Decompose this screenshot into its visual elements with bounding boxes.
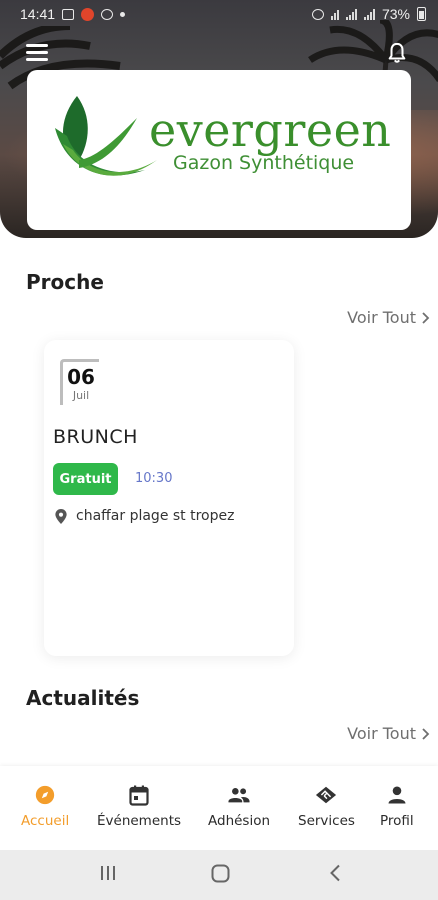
see-all-nearby-link[interactable]: Voir Tout bbox=[347, 308, 430, 327]
status-time: 14:41 bbox=[20, 6, 56, 22]
compass-icon bbox=[34, 784, 56, 806]
menu-icon[interactable] bbox=[26, 44, 48, 62]
battery-icon bbox=[417, 7, 426, 21]
leaf-logo-icon bbox=[55, 96, 157, 176]
status-bar: 14:41 73% bbox=[0, 0, 438, 28]
wifi-signal-icon bbox=[330, 9, 339, 20]
event-month: Juil bbox=[72, 389, 90, 402]
see-all-label: Voir Tout bbox=[347, 308, 416, 327]
nav-item-profil[interactable]: Profil bbox=[380, 784, 414, 829]
nav-item-evenements[interactable]: Événements bbox=[97, 784, 181, 829]
battery-percent: 73% bbox=[381, 6, 410, 22]
person-icon bbox=[386, 784, 408, 806]
app-notification-icon bbox=[81, 7, 95, 21]
alarm-icon bbox=[311, 8, 324, 20]
system-navigation-bar bbox=[0, 850, 438, 900]
nav-label: Services bbox=[298, 813, 355, 829]
cell-signal-icon bbox=[345, 8, 357, 20]
see-all-news-link[interactable]: Voir Tout bbox=[347, 724, 430, 743]
chevron-right-icon bbox=[422, 727, 430, 740]
event-location-text: chaffar plage st tropez bbox=[76, 508, 235, 524]
brand-name: evergreen bbox=[149, 103, 392, 157]
event-time: 10:30 bbox=[135, 471, 173, 486]
nav-item-services[interactable]: Services bbox=[298, 784, 355, 829]
event-day: 06 bbox=[67, 365, 95, 389]
brand-logo-card: evergreen Gazon Synthétique bbox=[27, 70, 411, 230]
event-title: BRUNCH bbox=[53, 426, 138, 448]
section-title-nearby: Proche bbox=[26, 270, 104, 294]
whatsapp-notification-icon bbox=[101, 8, 114, 20]
event-date-badge: 06 Juil bbox=[60, 359, 99, 405]
price-badge: Gratuit bbox=[53, 463, 118, 495]
nav-label: Profil bbox=[380, 813, 414, 829]
nav-item-accueil[interactable]: Accueil bbox=[21, 784, 69, 829]
calendar-icon bbox=[128, 784, 150, 806]
section-title-news: Actualités bbox=[26, 686, 140, 710]
more-notifications-icon bbox=[120, 11, 126, 17]
back-icon[interactable] bbox=[329, 864, 341, 886]
recent-apps-icon[interactable] bbox=[99, 864, 117, 886]
event-card[interactable]: 06 Juil BRUNCH Gratuit 10:30 chaffar pla… bbox=[44, 340, 294, 656]
handshake-icon bbox=[315, 784, 337, 806]
nav-label: Événements bbox=[97, 813, 182, 829]
nav-item-adhesion[interactable]: Adhésion bbox=[208, 784, 270, 829]
gallery-notification-icon bbox=[62, 8, 75, 20]
see-all-label: Voir Tout bbox=[347, 724, 416, 743]
nav-label: Accueil bbox=[21, 813, 70, 829]
location-pin-icon bbox=[55, 508, 67, 524]
event-location: chaffar plage st tropez bbox=[55, 508, 234, 524]
bell-icon[interactable] bbox=[386, 42, 408, 64]
home-icon[interactable] bbox=[211, 864, 230, 887]
bottom-navigation: Accueil Événements Adhésion Services Pro… bbox=[0, 766, 438, 850]
chevron-right-icon bbox=[422, 311, 430, 324]
brand-tagline: Gazon Synthétique bbox=[173, 152, 355, 174]
nav-label: Adhésion bbox=[208, 813, 271, 829]
people-icon bbox=[228, 784, 250, 806]
cell-signal-2-icon bbox=[363, 8, 375, 20]
